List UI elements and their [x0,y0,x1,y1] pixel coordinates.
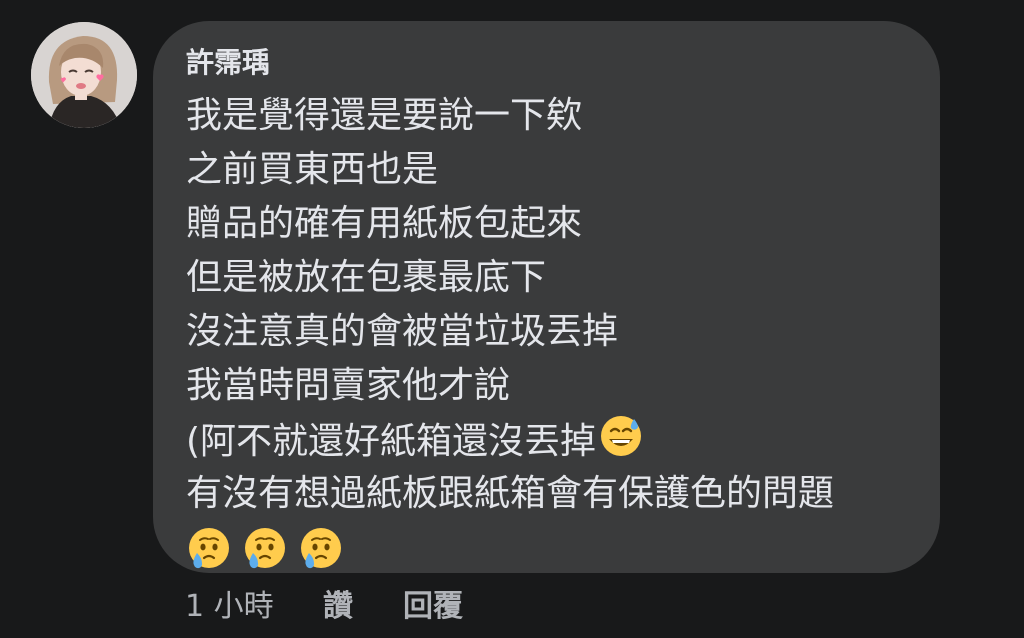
face-holding-back-tears-icon [298,525,344,571]
face-holding-back-tears-icon [186,525,232,571]
comment-line: 我當時問賣家他才說 [186,365,511,406]
author-avatar[interactable] [31,22,137,128]
comment-text: 我是覺得還是要說一下欸 之前買東西也是 贈品的確有用紙板包起來 但是被放在包裹最… [186,89,834,579]
comment-line: 沒注意真的會被當垃圾丟掉 [186,311,619,352]
comment-line: 但是被放在包裹最底下 [186,257,547,298]
grinning-face-with-sweat-icon [598,413,644,459]
comment-timestamp[interactable]: 1 小時 [185,584,274,630]
comment-line: 有沒有想過紙板跟紙箱會有保護色的問題 [186,473,835,514]
emoji-row [186,521,834,579]
comment-line: 之前買東西也是 [186,149,439,190]
comment-line-with-emoji: (阿不就還好紙箱還沒丟掉 [186,413,834,467]
face-holding-back-tears-icon [242,525,288,571]
comment-bubble: 許霈瑀 我是覺得還是要說一下欸 之前買東西也是 贈品的確有用紙板包起來 但是被放… [153,21,940,573]
comment-line: 我是覺得還是要說一下欸 [186,95,583,136]
reply-button[interactable]: 回覆 [403,584,463,630]
comment-line-text: (阿不就還好紙箱還沒丟掉 [186,421,597,462]
comment-line: 贈品的確有用紙板包起來 [186,203,583,244]
author-name[interactable]: 許霈瑀 [186,43,270,83]
like-button[interactable]: 讚 [323,584,353,630]
